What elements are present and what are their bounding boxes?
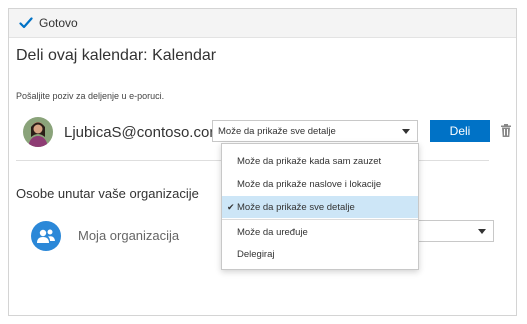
trash-icon[interactable] [501,124,511,137]
menu-item-label: Delegiraj [237,248,275,260]
permission-selected-value: Može da prikaže sve detalje [218,125,336,137]
permission-dropdown-menu: Može da prikaže kada sam zauzet Može da … [221,143,419,270]
user-avatar [23,117,53,147]
checkmark-icon: ✔ [227,201,235,212]
menu-item-edit[interactable]: Može da uređuje [222,221,418,243]
menu-item-label: Može da prikaže naslove i lokacije [237,178,382,190]
done-button[interactable]: Gotovo [19,16,78,30]
permission-select[interactable]: Može da prikaže sve detalje [212,120,418,142]
user-email: LjubicaS@contoso.com [64,124,222,141]
menu-item-label: Može da uređuje [237,226,308,238]
menu-item-delegate[interactable]: Delegiraj [222,243,418,265]
menu-item-titles-locations[interactable]: Može da prikaže naslove i lokacije [222,173,418,195]
org-permission-select[interactable] [418,220,494,242]
group-icon [37,229,55,243]
menu-separator [222,219,418,220]
user-photo-icon [23,117,53,147]
caret-down-icon [478,229,486,234]
menu-item-free-busy[interactable]: Može da prikaže kada sam zauzet [222,150,418,172]
org-name: Moja organizacija [78,228,180,243]
caret-down-icon [402,129,410,134]
checkmark-icon [19,17,33,29]
org-section-heading: Osobe unutar vaše organizacije [16,186,199,201]
top-bar: Gotovo [9,9,516,38]
dialog-title: Deli ovaj kalendar: Kalendar [16,47,217,64]
invite-instruction: Pošaljite poziv za deljenje u e-poruci. [16,91,165,101]
menu-item-all-details[interactable]: ✔ Može da prikaže sve detalje [222,196,418,218]
org-avatar [31,221,61,251]
done-label: Gotovo [39,16,78,30]
menu-item-label: Može da prikaže kada sam zauzet [237,155,382,167]
menu-item-label: Može da prikaže sve detalje [237,201,355,213]
share-button[interactable]: Deli [430,120,490,142]
